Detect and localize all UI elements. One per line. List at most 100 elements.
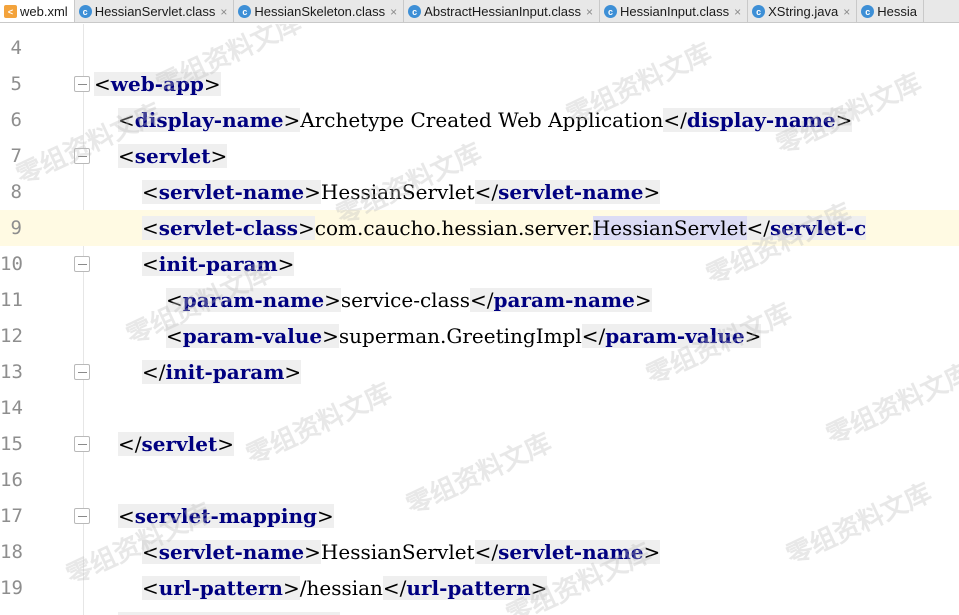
tab-label: Hessia bbox=[877, 4, 917, 19]
tab-label: AbstractHessianInput.class bbox=[424, 4, 581, 19]
open-tag: <param-name> bbox=[166, 288, 341, 312]
line-number: 12 bbox=[0, 325, 23, 347]
tab-label: web.xml bbox=[20, 4, 68, 19]
close-tag: </servlet-name> bbox=[474, 180, 661, 204]
line-number: 19 bbox=[0, 577, 23, 599]
open-tag: <servlet-mapping> bbox=[118, 504, 334, 528]
class-file-icon: c bbox=[78, 5, 92, 18]
tab-label: HessianInput.class bbox=[619, 4, 730, 19]
close-icon[interactable]: × bbox=[843, 5, 850, 19]
code-line[interactable]: 18 <servlet-name>HessianServlet</servlet… bbox=[0, 534, 959, 570]
code-line[interactable]: 12 <param-value>superman.GreetingImpl</p… bbox=[0, 318, 959, 354]
code-content: <param-value>superman.GreetingImpl</para… bbox=[166, 322, 762, 350]
line-number: 15 bbox=[0, 433, 23, 455]
code-line[interactable]: 5 <web-app> bbox=[0, 66, 959, 102]
fold-marker-icon[interactable] bbox=[74, 436, 90, 452]
element-text: HessianServlet bbox=[320, 180, 475, 204]
tab-abstract-hessian-input[interactable]: c AbstractHessianInput.class × bbox=[404, 0, 600, 22]
class-file-icon: c bbox=[752, 5, 766, 18]
code-content: </servlet> bbox=[118, 430, 234, 458]
line-number: 17 bbox=[0, 505, 23, 527]
close-icon[interactable]: × bbox=[586, 5, 593, 19]
code-content: <servlet> bbox=[118, 142, 228, 170]
class-file-icon: c bbox=[861, 5, 875, 18]
line-number: 14 bbox=[0, 397, 23, 419]
open-tag: <servlet-name> bbox=[142, 180, 321, 204]
editor-tab-bar: < web.xml c HessianServlet.class × c Hes… bbox=[0, 0, 959, 23]
code-line[interactable]: 20 </servlet-mapping> bbox=[0, 606, 959, 615]
open-tag: <param-value> bbox=[166, 324, 339, 348]
close-tag: </display-name> bbox=[663, 108, 853, 132]
code-content: <param-name>service-class</param-name> bbox=[166, 286, 652, 314]
tab-hessian-servlet[interactable]: c HessianServlet.class × bbox=[75, 0, 235, 22]
open-tag: <servlet> bbox=[118, 144, 228, 168]
tab-hessian-skeleton[interactable]: c HessianSkeleton.class × bbox=[234, 0, 405, 22]
close-icon[interactable]: × bbox=[390, 5, 397, 19]
code-line[interactable]: 17 <servlet-mapping> bbox=[0, 498, 959, 534]
code-line[interactable]: 19 <url-pattern>/hessian</url-pattern> bbox=[0, 570, 959, 606]
line-number: 9 bbox=[10, 217, 22, 239]
open-tag: <servlet-name> bbox=[142, 540, 321, 564]
element-text: superman.GreetingImpl bbox=[338, 324, 582, 348]
code-line-current[interactable]: 9 <servlet-class>com.caucho.hessian.serv… bbox=[0, 210, 959, 246]
fold-marker-icon[interactable] bbox=[74, 256, 90, 272]
tab-label: XString.java bbox=[768, 4, 839, 19]
fold-marker-icon[interactable] bbox=[74, 508, 90, 524]
close-icon[interactable]: × bbox=[220, 5, 227, 19]
tab-web-xml[interactable]: < web.xml bbox=[0, 0, 75, 22]
tab-label: HessianServlet.class bbox=[94, 4, 216, 19]
element-text: /hessian bbox=[299, 576, 383, 600]
code-content: <servlet-class>com.caucho.hessian.server… bbox=[142, 214, 867, 242]
code-line[interactable]: 14 bbox=[0, 390, 959, 426]
tab-label: HessianSkeleton.class bbox=[254, 4, 386, 19]
close-tag: </param-name> bbox=[470, 288, 652, 312]
close-tag: </servlet-name> bbox=[474, 540, 661, 564]
code-line[interactable]: 16 bbox=[0, 462, 959, 498]
line-number: 7 bbox=[10, 145, 22, 167]
open-tag: <servlet-class> bbox=[142, 216, 315, 240]
open-tag: <init-param> bbox=[142, 252, 295, 276]
line-number: 11 bbox=[0, 289, 23, 311]
tab-hessian-input[interactable]: c HessianInput.class × bbox=[600, 0, 749, 22]
code-line[interactable]: 6 <display-name>Archetype Created Web Ap… bbox=[0, 102, 959, 138]
line-number: 5 bbox=[10, 73, 22, 95]
close-icon[interactable]: × bbox=[734, 5, 741, 19]
tab-xstring-java[interactable]: c XString.java × bbox=[748, 0, 858, 22]
code-content: <servlet-name>HessianServlet</servlet-na… bbox=[142, 538, 661, 566]
code-line[interactable]: 13 </init-param> bbox=[0, 354, 959, 390]
code-content: <init-param> bbox=[142, 250, 295, 278]
tab-hessia-truncated[interactable]: c Hessia bbox=[857, 0, 924, 22]
fold-marker-icon[interactable] bbox=[74, 148, 90, 164]
line-number: 18 bbox=[0, 541, 23, 563]
close-tag: </init-param> bbox=[142, 360, 302, 384]
code-line[interactable]: 8 <servlet-name>HessianServlet</servlet-… bbox=[0, 174, 959, 210]
line-number: 4 bbox=[10, 37, 22, 59]
class-file-icon: c bbox=[238, 5, 252, 18]
code-line[interactable]: 7 <servlet> bbox=[0, 138, 959, 174]
close-tag: </servlet> bbox=[118, 432, 234, 456]
element-text: HessianServlet bbox=[320, 540, 475, 564]
close-tag: </servlet-c bbox=[746, 216, 867, 240]
open-tag: <url-pattern> bbox=[142, 576, 300, 600]
code-content: <servlet-mapping> bbox=[118, 502, 334, 530]
code-content: </init-param> bbox=[142, 358, 302, 386]
code-editor[interactable]: 4 5 <web-app> 6 <display-name>Archetype … bbox=[0, 24, 959, 615]
code-line[interactable]: 11 <param-name>service-class</param-name… bbox=[0, 282, 959, 318]
code-line[interactable]: 4 bbox=[0, 30, 959, 66]
code-line[interactable]: 15 </servlet> bbox=[0, 426, 959, 462]
line-number: 10 bbox=[0, 253, 23, 275]
code-content: </servlet-mapping> bbox=[118, 610, 341, 615]
fold-marker-icon[interactable] bbox=[74, 364, 90, 380]
code-line[interactable]: 10 <init-param> bbox=[0, 246, 959, 282]
fold-marker-icon[interactable] bbox=[74, 76, 90, 92]
open-tag: <web-app> bbox=[94, 72, 221, 96]
highlighted-identifier: HessianServlet bbox=[592, 216, 747, 240]
line-number: 8 bbox=[10, 181, 22, 203]
open-tag: <display-name> bbox=[118, 108, 301, 132]
code-content: <display-name>Archetype Created Web Appl… bbox=[118, 106, 853, 134]
element-text: Archetype Created Web Application bbox=[300, 108, 664, 132]
code-content: <url-pattern>/hessian</url-pattern> bbox=[142, 574, 548, 602]
element-text: com.caucho.hessian.server. bbox=[314, 216, 593, 240]
line-number: 16 bbox=[0, 469, 23, 491]
class-file-icon: c bbox=[603, 5, 617, 18]
